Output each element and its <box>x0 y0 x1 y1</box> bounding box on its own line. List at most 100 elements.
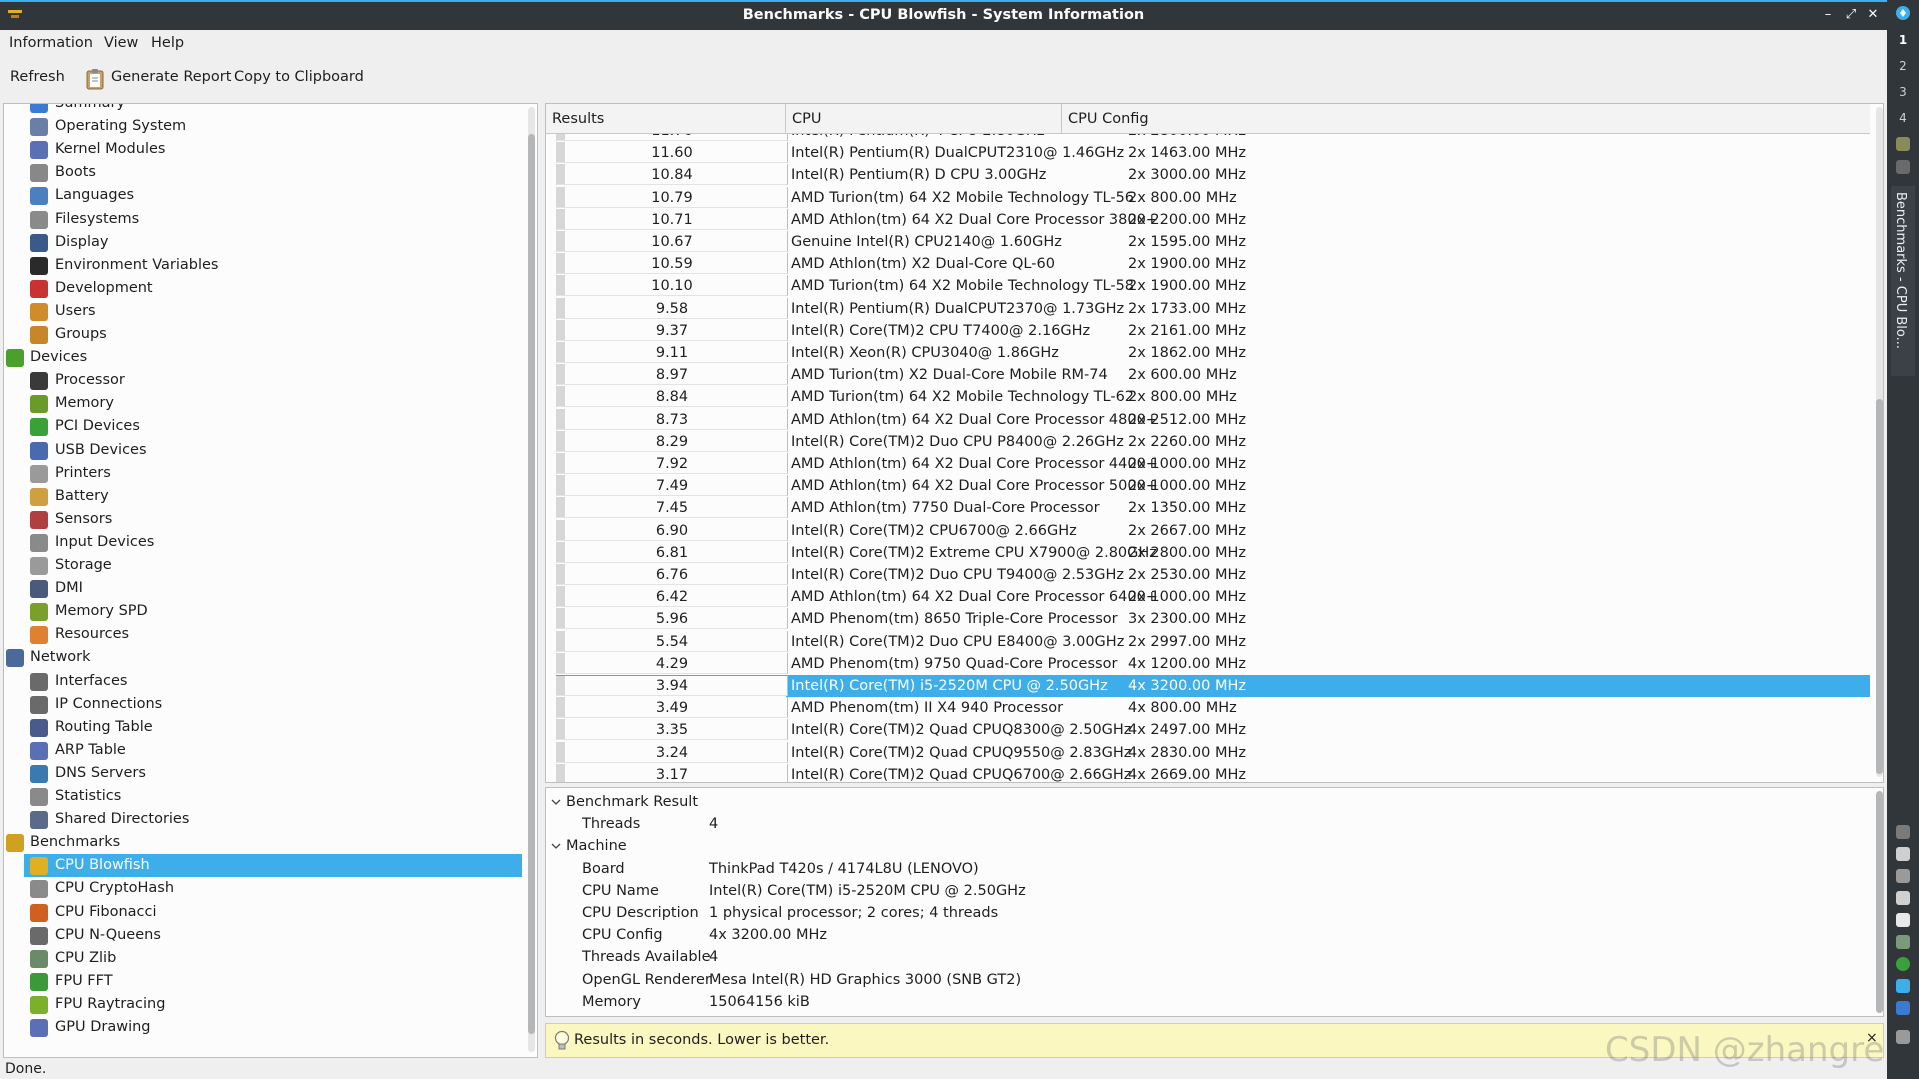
table-row[interactable]: 6.76 Intel(R) Core(TM)2 Duo CPU T9400@ 2.… <box>546 564 1870 586</box>
clock-tray-icon[interactable] <box>1896 1030 1910 1044</box>
details-section-benchmark-result[interactable]: Benchmark Result <box>546 791 1866 813</box>
table-row[interactable]: 10.84 Intel(R) Pentium(R) D CPU 3.00GHz 2x… <box>546 164 1870 186</box>
menu-help[interactable]: Help <box>151 35 184 51</box>
sidebar-item-statistics[interactable]: Statistics <box>24 785 522 808</box>
results-table[interactable]: Results CPU CPU Config 11.76Intel(R) Pen… <box>545 103 1884 783</box>
table-row[interactable]: 6.81 Intel(R) Core(TM)2 Extreme CPU X7900… <box>546 541 1870 564</box>
table-row[interactable]: 9.37 Intel(R) Core(TM)2 CPU T7400@ 2.16GH… <box>546 319 1870 342</box>
table-row[interactable]: 5.54 Intel(R) Core(TM)2 Duo CPU E8400@ 3.… <box>546 630 1870 653</box>
info-tray-icon[interactable] <box>1896 979 1910 993</box>
sidebar-item-display[interactable]: Display <box>24 231 522 254</box>
table-row[interactable]: 3.24 Intel(R) Core(TM)2 Quad CPUQ9550@ 2.… <box>546 741 1870 764</box>
sidebar-item-memory[interactable]: Memory <box>24 392 522 415</box>
table-row[interactable]: 8.29 Intel(R) Core(TM)2 Duo CPU P8400@ 2.… <box>546 430 1870 453</box>
table-row[interactable]: 10.67 Genuine Intel(R) CPU2140@ 1.60GHz 2x… <box>546 231 1870 253</box>
table-row[interactable]: 8.84 AMD Turion(tm) 64 X2 Mobile Technolo… <box>546 386 1870 408</box>
table-row[interactable]: 9.11 Intel(R) Xeon(R) CPU3040@ 1.86GHz 2x … <box>546 342 1870 364</box>
refresh-button[interactable]: Refresh <box>10 69 65 85</box>
sidebar-item-processor[interactable]: Processor <box>24 369 522 392</box>
table-scrollbar-thumb[interactable] <box>1876 399 1883 774</box>
sidebar-item-cpu-cryptohash[interactable]: CPU CryptoHash <box>24 877 522 900</box>
update-tray-icon[interactable] <box>1896 957 1910 971</box>
sidebar-item-fpu-fft[interactable]: FPU FFT <box>24 970 522 993</box>
sidebar-item-input-devices[interactable]: Input Devices <box>24 531 522 554</box>
sidebar-item-memory-spd[interactable]: Memory SPD <box>24 600 522 623</box>
details-section-machine[interactable]: Machine <box>546 835 1866 857</box>
table-row[interactable]: 11.76Intel(R) Pentium(R) 4 CPU 2.80GHz 2x… <box>546 134 1870 142</box>
network-tray-icon[interactable] <box>1896 935 1910 949</box>
volume-icon[interactable] <box>1896 847 1910 861</box>
sidebar-item-fpu-raytracing[interactable]: FPU Raytracing <box>24 993 522 1016</box>
desktop-4[interactable]: 4 <box>1887 111 1919 125</box>
sidebar-item-cpu-fibonacci[interactable]: CPU Fibonacci <box>24 901 522 924</box>
sidebar-item-resources[interactable]: Resources <box>24 623 522 646</box>
sidebar-item-usb-devices[interactable]: USB Devices <box>24 439 522 462</box>
table-row[interactable]: 10.59 AMD Athlon(tm) X2 Dual-Core QL-60 2x… <box>546 253 1870 275</box>
table-row[interactable]: 9.58 Intel(R) Pentium(R) DualCPUT2370@ 1.… <box>546 297 1870 320</box>
sidebar-item-groups[interactable]: Groups <box>24 323 522 346</box>
table-row[interactable]: 10.79 AMD Turion(tm) 64 X2 Mobile Technol… <box>546 186 1870 209</box>
sidebar-item-shared-directories[interactable]: Shared Directories <box>24 808 522 831</box>
sidebar-item-sensors[interactable]: Sensors <box>24 508 522 531</box>
table-row[interactable]: 10.71 AMD Athlon(tm) 64 X2 Dual Core Proc… <box>546 208 1870 231</box>
table-row[interactable]: 3.49 AMD Phenom(tm) II X4 940 Processor 4x… <box>546 697 1870 719</box>
sidebar-item-battery[interactable]: Battery <box>24 485 522 508</box>
chevron-down-icon[interactable] <box>550 796 562 808</box>
sidebar-item-boots[interactable]: Boots <box>24 161 522 184</box>
sidebar-item-languages[interactable]: Languages <box>24 184 522 207</box>
sidebar-tree[interactable]: GPU Drawing FPU Raytracing FPU FFT CPU Zlib… <box>3 103 538 1058</box>
sidebar-item-users[interactable]: Users <box>24 300 522 323</box>
table-row[interactable]: 11.60 Intel(R) Pentium(R) DualCPUT2310@ 1… <box>546 142 1870 164</box>
close-button[interactable]: ✕ <box>1864 6 1882 24</box>
sidebar-item-development[interactable]: Development <box>24 277 522 300</box>
sidebar-item-cpu-n-queens[interactable]: CPU N-Queens <box>24 924 522 947</box>
table-row[interactable]: 8.97 AMD Turion(tm) X2 Dual-Core Mobile R… <box>546 364 1870 386</box>
menu-view[interactable]: View <box>104 35 138 51</box>
sidebar-item-summary[interactable]: Summary <box>24 104 522 115</box>
sidebar-item-benchmarks[interactable]: Benchmarks <box>4 831 522 854</box>
table-row[interactable]: 7.92 AMD Athlon(tm) 64 X2 Dual Core Proce… <box>546 453 1870 475</box>
column-cpu[interactable]: CPU <box>786 104 1062 134</box>
table-row[interactable]: 6.42 AMD Athlon(tm) 64 X2 Dual Core Proce… <box>546 586 1870 608</box>
sidebar-item-cpu-zlib[interactable]: CPU Zlib <box>24 947 522 970</box>
sidebar-item-filesystems[interactable]: Filesystems <box>24 208 522 231</box>
sidebar-item-ip-connections[interactable]: IP Connections <box>24 693 522 716</box>
desktop-2[interactable]: 2 <box>1887 59 1919 73</box>
sidebar-scrollbar-thumb[interactable] <box>528 134 535 1034</box>
sidebar-item-cpu-blowfish[interactable]: CPU Blowfish <box>24 854 522 878</box>
sidebar-item-gpu-drawing[interactable]: GPU Drawing <box>24 1016 522 1039</box>
table-row[interactable]: 3.94 Intel(R) Core(TM) i5-2520M CPU @ 2.5… <box>546 675 1870 697</box>
details-scrollbar[interactable] <box>1876 791 1883 1013</box>
sidebar-item-kernel-modules[interactable]: Kernel Modules <box>24 138 522 161</box>
copy-to-clipboard-button[interactable]: Copy to Clipboard <box>234 69 364 85</box>
task-icon-1[interactable] <box>1896 137 1910 151</box>
desktop-1[interactable]: 1 <box>1887 33 1919 47</box>
sidebar-item-dmi[interactable]: DMI <box>24 577 522 600</box>
title-bar[interactable]: Benchmarks - CPU Blowfish - System Infor… <box>0 0 1887 30</box>
sidebar-item-storage[interactable]: Storage <box>24 554 522 577</box>
generate-report-button[interactable]: Generate Report <box>111 69 231 85</box>
desktop-3[interactable]: 3 <box>1887 85 1919 99</box>
menu-information[interactable]: Information <box>9 35 93 51</box>
sidebar-item-arp-table[interactable]: ARP Table <box>24 739 522 762</box>
table-row[interactable]: 8.73 AMD Athlon(tm) 64 X2 Dual Core Proce… <box>546 408 1870 431</box>
tray-icon-1[interactable] <box>1896 825 1910 839</box>
sidebar-item-routing-table[interactable]: Routing Table <box>24 716 522 739</box>
column-cpu-config[interactable]: CPU Config <box>1062 104 1870 134</box>
sidebar-item-network[interactable]: Network <box>4 646 522 669</box>
sidebar-item-pci-devices[interactable]: PCI Devices <box>24 415 522 438</box>
clipboard-tray-icon[interactable] <box>1896 913 1910 927</box>
chevron-down-icon[interactable] <box>550 840 562 852</box>
table-row[interactable]: 5.96 AMD Phenom(tm) 8650 Triple-Core Proc… <box>546 608 1870 630</box>
table-row[interactable]: 3.17 Intel(R) Core(TM)2 Quad CPUQ6700@ 2.… <box>546 763 1870 782</box>
table-row[interactable]: 7.45 AMD Athlon(tm) 7750 Dual-Core Proces… <box>546 497 1870 519</box>
minimize-button[interactable]: – <box>1819 6 1837 24</box>
sidebar-item-printers[interactable]: Printers <box>24 462 522 485</box>
app-tray-icon[interactable] <box>1896 1001 1910 1015</box>
table-row[interactable]: 6.90 Intel(R) Core(TM)2 CPU6700@ 2.66GHz 2… <box>546 519 1870 542</box>
bluetooth-icon[interactable] <box>1896 891 1910 905</box>
launcher-icon[interactable] <box>1895 5 1911 21</box>
sidebar-item-environment-variables[interactable]: Environment Variables <box>24 254 522 277</box>
table-row[interactable]: 3.35 Intel(R) Core(TM)2 Quad CPUQ8300@ 2.… <box>546 719 1870 741</box>
keyboard-tray-icon[interactable] <box>1896 869 1910 883</box>
